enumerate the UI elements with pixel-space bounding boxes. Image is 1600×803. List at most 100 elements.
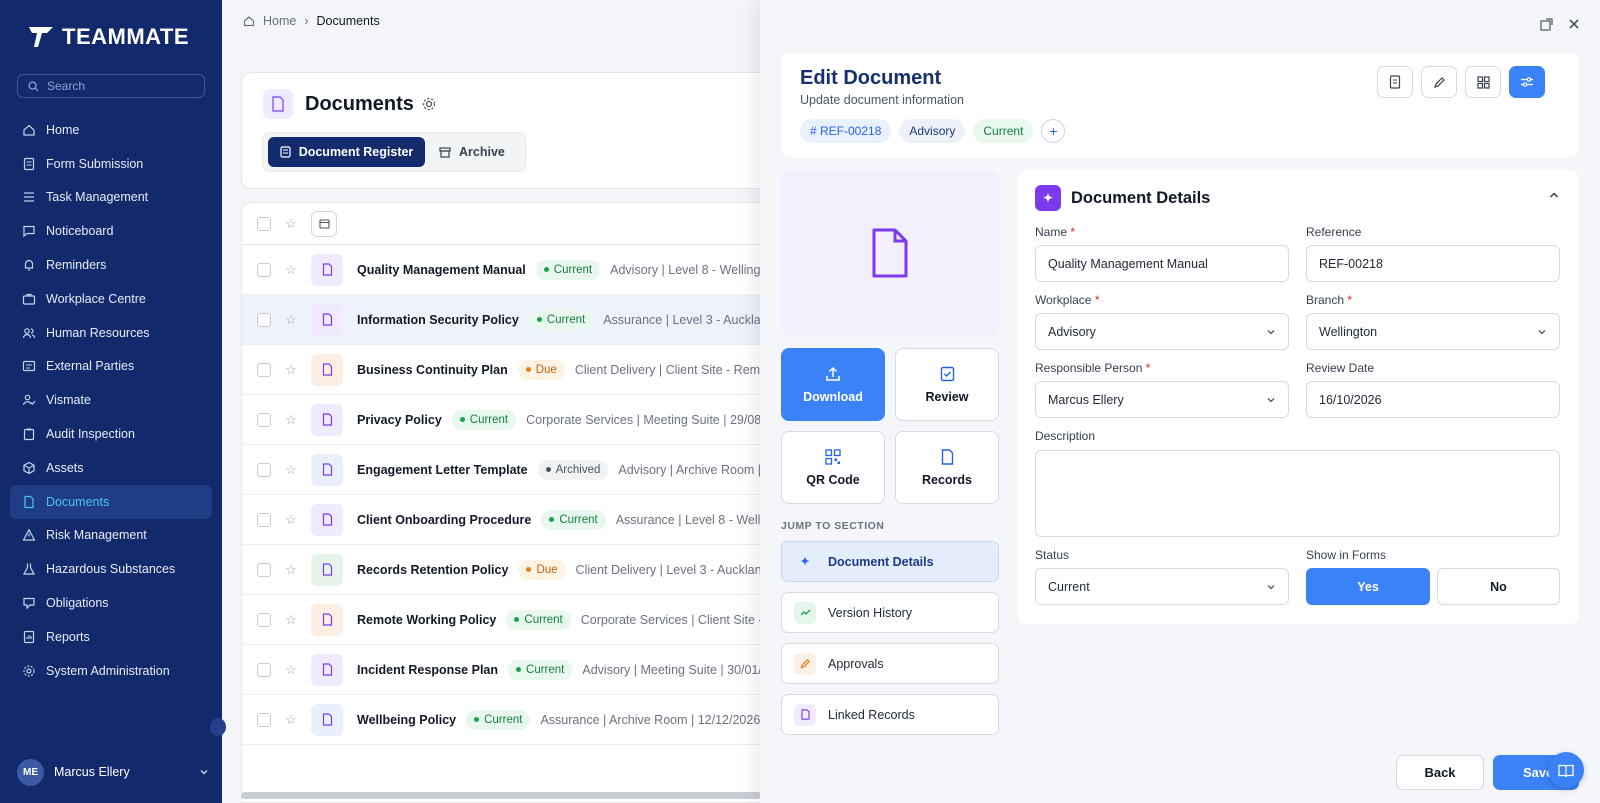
row-checkbox[interactable] bbox=[257, 362, 271, 377]
sidebar-item-audit-inspection[interactable]: Audit Inspection bbox=[10, 417, 212, 451]
expand-drawer-button[interactable] bbox=[1538, 16, 1554, 32]
table-row[interactable]: ☆ Wellbeing Policy Current Assurance | Arch… bbox=[242, 695, 780, 745]
select-all-checkbox[interactable] bbox=[257, 216, 271, 231]
sidebar-item-obligations[interactable]: Obligations bbox=[10, 586, 212, 620]
sidebar-item-reminders[interactable]: Reminders bbox=[10, 248, 212, 282]
horizontal-scrollbar[interactable] bbox=[241, 792, 761, 799]
sidebar-item-hazardous-substances[interactable]: Hazardous Substances bbox=[10, 552, 212, 586]
add-tag-button[interactable]: + bbox=[1041, 119, 1066, 143]
sidebar-item-workplace-centre[interactable]: Workplace Centre bbox=[10, 282, 212, 316]
table-row[interactable]: ☆ Client Onboarding Procedure Current Assur… bbox=[242, 495, 780, 545]
row-checkbox[interactable] bbox=[257, 712, 271, 727]
sidebar-item-noticeboard[interactable]: Noticeboard bbox=[10, 214, 212, 248]
table-row[interactable]: ☆ Engagement Letter Template Archived Advis… bbox=[242, 445, 780, 495]
name-input[interactable]: Quality Management Manual bbox=[1035, 245, 1289, 282]
table-row[interactable]: ☆ Remote Working Policy Current Corporate S… bbox=[242, 595, 780, 645]
workplace-select[interactable]: Advisory bbox=[1035, 313, 1289, 350]
jump-version-history[interactable]: Version History bbox=[781, 592, 999, 633]
sidebar-item-reports[interactable]: Reports bbox=[10, 620, 212, 654]
document-name[interactable]: Information Security Policy bbox=[357, 313, 519, 327]
star-icon[interactable]: ☆ bbox=[285, 562, 297, 578]
document-name[interactable]: Client Onboarding Procedure bbox=[357, 513, 531, 527]
row-checkbox[interactable] bbox=[257, 512, 271, 527]
star-icon[interactable]: ☆ bbox=[285, 612, 297, 628]
settings-sliders-button[interactable] bbox=[1509, 66, 1545, 98]
details-view-button[interactable] bbox=[1377, 66, 1413, 98]
sidebar-collapse-handle[interactable] bbox=[210, 718, 226, 736]
star-icon[interactable]: ☆ bbox=[285, 412, 297, 428]
jump-linked-records[interactable]: Linked Records bbox=[781, 694, 999, 735]
description-textarea[interactable] bbox=[1035, 450, 1560, 537]
page-settings-button[interactable] bbox=[422, 97, 436, 114]
clipboard-icon bbox=[22, 427, 36, 441]
table-row[interactable]: ☆ Information Security Policy Current Assur… bbox=[242, 295, 780, 345]
row-checkbox[interactable] bbox=[257, 562, 271, 577]
sidebar-item-form-submission[interactable]: Form Submission bbox=[10, 147, 212, 181]
show-in-forms-yes-button[interactable]: Yes bbox=[1306, 568, 1430, 605]
sidebar-item-risk-management[interactable]: Risk Management bbox=[10, 519, 212, 553]
status-select[interactable]: Current bbox=[1035, 568, 1289, 605]
document-name[interactable]: Remote Working Policy bbox=[357, 613, 496, 627]
row-checkbox[interactable] bbox=[257, 462, 271, 477]
user-menu[interactable]: ME Marcus Ellery bbox=[17, 757, 209, 787]
row-checkbox[interactable] bbox=[257, 262, 271, 277]
records-button[interactable]: Records bbox=[895, 431, 999, 504]
row-checkbox[interactable] bbox=[257, 412, 271, 427]
collapse-section-button[interactable] bbox=[1548, 189, 1560, 204]
sidebar-search-input[interactable]: Search bbox=[17, 74, 205, 98]
document-name[interactable]: Incident Response Plan bbox=[357, 663, 498, 677]
star-icon[interactable]: ☆ bbox=[285, 512, 297, 528]
document-name[interactable]: Privacy Policy bbox=[357, 413, 442, 427]
calendar-filter-button[interactable] bbox=[311, 210, 337, 237]
reference-input[interactable]: REF-00218 bbox=[1306, 245, 1560, 282]
document-name[interactable]: Engagement Letter Template bbox=[357, 463, 528, 477]
star-icon[interactable]: ☆ bbox=[285, 216, 297, 232]
sidebar-item-external-parties[interactable]: External Parties bbox=[10, 350, 212, 384]
document-name[interactable]: Business Continuity Plan bbox=[357, 363, 508, 377]
star-icon[interactable]: ☆ bbox=[285, 662, 297, 678]
jump-approvals[interactable]: Approvals bbox=[781, 643, 999, 684]
star-icon[interactable]: ☆ bbox=[285, 712, 297, 728]
document-name[interactable]: Records Retention Policy bbox=[357, 563, 508, 577]
row-checkbox[interactable] bbox=[257, 312, 271, 327]
edit-button[interactable] bbox=[1421, 66, 1457, 98]
tab-document-register[interactable]: Document Register bbox=[268, 137, 425, 167]
download-button[interactable]: Download bbox=[781, 348, 885, 421]
back-button[interactable]: Back bbox=[1396, 755, 1484, 790]
row-checkbox[interactable] bbox=[257, 612, 271, 627]
help-book-button[interactable] bbox=[1548, 752, 1584, 788]
home-icon[interactable] bbox=[243, 15, 255, 27]
review-button[interactable]: Review bbox=[895, 348, 999, 421]
table-row[interactable]: ☆ Privacy Policy Current Corporate Services… bbox=[242, 395, 780, 445]
document-name[interactable]: Quality Management Manual bbox=[357, 263, 526, 277]
responsible-person-select[interactable]: Marcus Ellery bbox=[1035, 381, 1289, 418]
sidebar-item-documents[interactable]: Documents bbox=[10, 484, 212, 519]
table-row[interactable]: ☆ Records Retention Policy Due Client Deliv… bbox=[242, 545, 780, 595]
branch-select[interactable]: Wellington bbox=[1306, 313, 1560, 350]
jump-document-details[interactable]: ✦ Document Details bbox=[781, 541, 999, 582]
star-icon[interactable]: ☆ bbox=[285, 312, 297, 328]
sidebar-item-system-administration[interactable]: System Administration bbox=[10, 654, 212, 688]
sidebar-item-vismate[interactable]: Vismate bbox=[10, 383, 212, 417]
tab-archive[interactable]: Archive bbox=[439, 137, 505, 167]
star-icon[interactable]: ☆ bbox=[285, 462, 297, 478]
app-logo[interactable]: TEAMMATE bbox=[28, 24, 189, 50]
star-icon[interactable]: ☆ bbox=[285, 362, 297, 378]
row-checkbox[interactable] bbox=[257, 662, 271, 677]
sidebar-item-human-resources[interactable]: Human Resources bbox=[10, 316, 212, 350]
sidebar-item-home[interactable]: Home bbox=[10, 113, 212, 147]
breadcrumb-home-link[interactable]: Home bbox=[263, 14, 296, 28]
review-date-input[interactable]: 16/10/2026 bbox=[1306, 381, 1560, 418]
qr-code-button[interactable]: QR Code bbox=[781, 431, 885, 504]
table-row[interactable]: ☆ Business Continuity Plan Due Client Deliv… bbox=[242, 345, 780, 395]
table-row[interactable]: ☆ Incident Response Plan Current Advisory |… bbox=[242, 645, 780, 695]
document-name[interactable]: Wellbeing Policy bbox=[357, 713, 456, 727]
show-in-forms-no-button[interactable]: No bbox=[1437, 568, 1560, 605]
sidebar-item-assets[interactable]: Assets bbox=[10, 451, 212, 485]
grid-view-button[interactable] bbox=[1465, 66, 1501, 98]
tab-label: Document Register bbox=[298, 145, 414, 159]
star-icon[interactable]: ☆ bbox=[285, 262, 297, 278]
table-row[interactable]: ☆ Quality Management Manual Current Advisor… bbox=[242, 245, 780, 295]
close-drawer-button[interactable] bbox=[1566, 16, 1582, 32]
sidebar-item-task-management[interactable]: Task Management bbox=[10, 181, 212, 215]
